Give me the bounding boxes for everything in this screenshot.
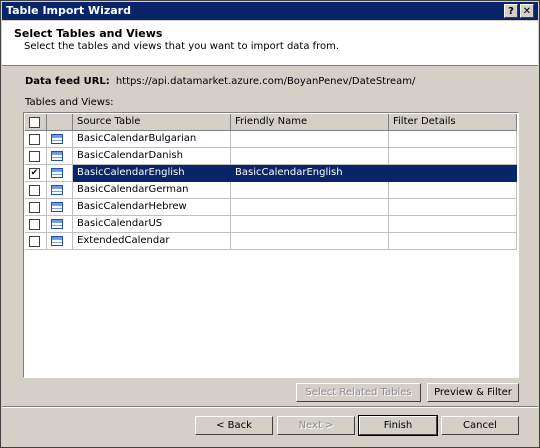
select-all-cell[interactable] (25, 114, 47, 131)
friendly-name-cell[interactable] (231, 182, 389, 199)
friendly-name-cell[interactable] (231, 148, 389, 165)
back-button[interactable]: < Back (195, 416, 273, 435)
filter-details-cell[interactable] (389, 165, 517, 182)
row-icon-cell (47, 165, 73, 182)
row-icon-cell (47, 131, 73, 148)
table-icon (51, 236, 63, 246)
row-icon-cell (47, 233, 73, 250)
filter-details-cell[interactable] (389, 199, 517, 216)
friendly-name-cell[interactable] (231, 199, 389, 216)
table-icon (51, 168, 63, 178)
select-all-checkbox[interactable] (29, 117, 40, 128)
wizard-header: Select Tables and Views Select the table… (2, 21, 538, 66)
friendly-name-cell[interactable] (231, 233, 389, 250)
row-checkbox-cell[interactable] (25, 131, 47, 148)
datafeed-info: Data feed URL: https://api.datamarket.azu… (25, 76, 415, 87)
window-title: Table Import Wizard (6, 4, 131, 17)
row-checkbox[interactable] (29, 134, 40, 145)
row-checkbox[interactable] (29, 202, 40, 213)
tables-grid[interactable]: Source Table Friendly Name Filter Detail… (23, 112, 519, 378)
table-icon (51, 134, 63, 144)
source-table-cell[interactable]: BasicCalendarEnglish (73, 165, 231, 182)
table-icon (51, 151, 63, 161)
friendly-name-cell[interactable] (231, 216, 389, 233)
datafeed-label: Data feed URL: (25, 76, 110, 87)
source-table-cell[interactable]: ExtendedCalendar (73, 233, 231, 250)
friendly-name-cell[interactable] (231, 131, 389, 148)
row-checkbox-cell[interactable]: ✔ (25, 165, 47, 182)
table-row[interactable]: BasicCalendarHebrew (25, 199, 517, 216)
row-icon-cell (47, 199, 73, 216)
finish-button[interactable]: Finish (358, 415, 438, 436)
filter-details-cell[interactable] (389, 233, 517, 250)
column-header-friendly-name[interactable]: Friendly Name (231, 114, 389, 131)
cancel-button[interactable]: Cancel (441, 416, 519, 435)
page-subtitle: Select the tables and views that you wan… (24, 41, 340, 52)
table-icon (51, 202, 63, 212)
row-checkbox[interactable] (29, 219, 40, 230)
title-bar: Table Import Wizard ? ✕ (2, 2, 538, 20)
footer-divider (2, 406, 538, 408)
row-checkbox-cell[interactable] (25, 216, 47, 233)
row-checkbox-cell[interactable] (25, 182, 47, 199)
row-checkbox-cell[interactable] (25, 148, 47, 165)
grid-header-row: Source Table Friendly Name Filter Detail… (25, 114, 517, 131)
page-title: Select Tables and Views (14, 27, 163, 40)
row-checkbox-cell[interactable] (25, 199, 47, 216)
table-import-wizard-window: Table Import Wizard ? ✕ Select Tables an… (0, 0, 540, 448)
table-row[interactable]: ExtendedCalendar (25, 233, 517, 250)
filter-details-cell[interactable] (389, 216, 517, 233)
source-table-cell[interactable]: BasicCalendarBulgarian (73, 131, 231, 148)
row-checkbox[interactable] (29, 236, 40, 247)
icon-column-header (47, 114, 73, 131)
table-icon (51, 219, 63, 229)
preview-filter-button[interactable]: Preview & Filter (427, 383, 519, 402)
filter-details-cell[interactable] (389, 148, 517, 165)
source-table-cell[interactable]: BasicCalendarDanish (73, 148, 231, 165)
tables-views-label: Tables and Views: (25, 97, 114, 108)
row-checkbox[interactable] (29, 185, 40, 196)
table-row[interactable]: BasicCalendarDanish (25, 148, 517, 165)
column-header-filter-details[interactable]: Filter Details (389, 114, 517, 131)
friendly-name-cell[interactable]: BasicCalendarEnglish (231, 165, 389, 182)
help-icon[interactable]: ? (504, 4, 518, 18)
row-checkbox[interactable]: ✔ (29, 168, 40, 179)
row-icon-cell (47, 182, 73, 199)
row-icon-cell (47, 216, 73, 233)
filter-details-cell[interactable] (389, 182, 517, 199)
table-row[interactable]: BasicCalendarUS (25, 216, 517, 233)
column-header-source-table[interactable]: Source Table (73, 114, 231, 131)
datafeed-url: https://api.datamarket.azure.com/BoyanPe… (115, 76, 416, 87)
source-table-cell[interactable]: BasicCalendarHebrew (73, 199, 231, 216)
row-icon-cell (47, 148, 73, 165)
source-table-cell[interactable]: BasicCalendarUS (73, 216, 231, 233)
row-checkbox-cell[interactable] (25, 233, 47, 250)
row-checkbox[interactable] (29, 151, 40, 162)
filter-details-cell[interactable] (389, 131, 517, 148)
table-icon (51, 185, 63, 195)
table-row[interactable]: BasicCalendarBulgarian (25, 131, 517, 148)
table-row[interactable]: ✔ BasicCalendarEnglish BasicCalendarEnglis… (25, 165, 517, 182)
table-row[interactable]: BasicCalendarGerman (25, 182, 517, 199)
next-button[interactable]: Next > (277, 416, 355, 435)
close-icon[interactable]: ✕ (520, 4, 534, 18)
select-related-tables-button[interactable]: Select Related Tables (296, 383, 421, 402)
source-table-cell[interactable]: BasicCalendarGerman (73, 182, 231, 199)
